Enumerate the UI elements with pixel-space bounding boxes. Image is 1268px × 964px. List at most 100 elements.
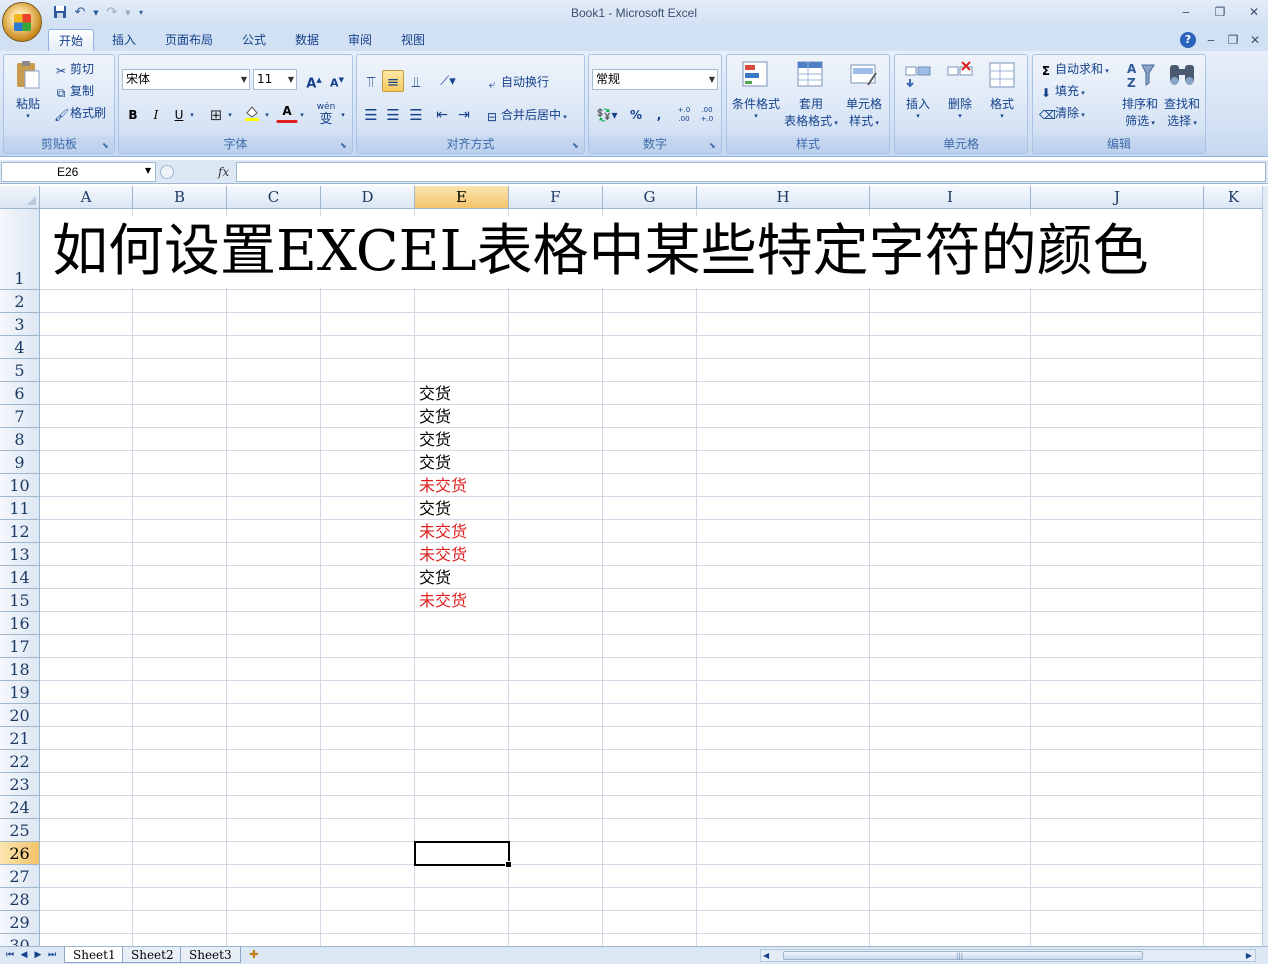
merge-center-button[interactable]: ⊟ 合并后居中 ▾ — [485, 105, 567, 125]
cell-e11[interactable]: 交货 — [419, 497, 451, 520]
row-header-5[interactable]: 5 — [0, 359, 40, 382]
fill-color-dropdown-icon[interactable]: ▾ — [262, 103, 272, 125]
column-header-j[interactable]: J — [1031, 186, 1204, 209]
workbook-close-icon[interactable]: ✕ — [1248, 30, 1262, 50]
comma-button[interactable]: , — [648, 103, 670, 125]
help-icon[interactable]: ? — [1180, 32, 1196, 48]
insert-function-icon[interactable]: fx — [218, 162, 229, 182]
row-header-13[interactable]: 13 — [0, 543, 40, 566]
row-header-27[interactable]: 27 — [0, 865, 40, 888]
font-color-dropdown-icon[interactable]: ▾ — [297, 103, 307, 125]
align-center-icon[interactable]: ☰ — [382, 103, 404, 125]
copy-button[interactable]: ⧉ 复制 — [54, 81, 94, 101]
column-header-d[interactable]: D — [321, 186, 415, 209]
row-header-28[interactable]: 28 — [0, 888, 40, 911]
font-name-combo[interactable]: 宋体 ▼ — [122, 69, 250, 90]
find-select-button[interactable]: 查找和 选择 ▾ — [1161, 59, 1203, 129]
cell-e8[interactable]: 交货 — [419, 428, 451, 451]
cell-e12[interactable]: 未交货 — [419, 520, 467, 543]
conditional-format-button[interactable]: 条件格式 ▾ — [729, 59, 783, 120]
insert-cells-button[interactable]: 插入 ▾ — [897, 59, 939, 120]
scroll-left-icon[interactable]: ◀ — [763, 950, 769, 961]
tab-view[interactable]: 视图 — [391, 29, 435, 51]
decrease-decimal-button[interactable]: .00 +.0 — [696, 103, 718, 125]
row-header-8[interactable]: 8 — [0, 428, 40, 451]
tab-review[interactable]: 审阅 — [338, 29, 382, 51]
align-top-icon[interactable]: ⫪ — [360, 70, 382, 92]
column-header-c[interactable]: C — [227, 186, 321, 209]
row-header-30[interactable]: 30 — [0, 934, 40, 946]
vertical-scrollbar[interactable] — [1262, 186, 1268, 946]
format-painter-button[interactable]: 🖌格式刷 — [54, 103, 106, 123]
clipboard-launcher-icon[interactable]: ⬊ — [102, 141, 111, 150]
orientation-icon[interactable]: ⟋▾ — [433, 70, 463, 92]
borders-icon[interactable]: ⊞ — [205, 103, 227, 125]
decrease-indent-icon[interactable]: ⇤ — [431, 103, 453, 125]
cell-e10[interactable]: 未交货 — [419, 474, 467, 497]
cut-button[interactable]: ✂ 剪切 — [54, 59, 94, 79]
phonetic-dropdown-icon[interactable]: ▾ — [338, 103, 348, 125]
align-middle-icon[interactable]: ≡ — [382, 70, 404, 92]
row-header-21[interactable]: 21 — [0, 727, 40, 750]
workbook-minimize-icon[interactable]: ‒ — [1204, 30, 1218, 50]
cell-e9[interactable]: 交货 — [419, 451, 451, 474]
restore-icon[interactable]: ❐ — [1210, 2, 1230, 22]
clear-button[interactable]: ⌫清除 ▾ — [1039, 103, 1085, 123]
autosum-button[interactable]: Σ 自动求和 ▾ — [1039, 59, 1109, 79]
row-header-16[interactable]: 16 — [0, 612, 40, 635]
cell-e14[interactable]: 交货 — [419, 566, 451, 589]
next-sheet-icon[interactable]: ▶ — [32, 948, 44, 962]
cell-e6[interactable]: 交货 — [419, 382, 451, 405]
row-header-12[interactable]: 12 — [0, 520, 40, 543]
percent-button[interactable]: % — [625, 103, 647, 125]
tab-formulas[interactable]: 公式 — [232, 29, 276, 51]
font-launcher-icon[interactable]: ⬊ — [340, 141, 349, 150]
fill-button[interactable]: ⬇ 填充 ▾ — [1039, 81, 1085, 101]
increase-decimal-button[interactable]: +.0 .00 — [673, 103, 695, 125]
row-header-7[interactable]: 7 — [0, 405, 40, 428]
row-header-4[interactable]: 4 — [0, 336, 40, 359]
font-size-combo[interactable]: 11 ▼ — [253, 69, 297, 90]
sheet-tab-2[interactable]: Sheet2 — [122, 947, 183, 963]
alignment-launcher-icon[interactable]: ⬊ — [572, 141, 581, 150]
cell-e13[interactable]: 未交货 — [419, 543, 467, 566]
number-format-combo[interactable]: 常规 ▼ — [592, 69, 718, 90]
align-bottom-icon[interactable]: ⫫ — [405, 70, 427, 92]
cell-e7[interactable]: 交货 — [419, 405, 451, 428]
row-header-3[interactable]: 3 — [0, 313, 40, 336]
horizontal-scrollbar[interactable]: ◀ ||| ▶ — [760, 949, 1256, 962]
row-header-19[interactable]: 19 — [0, 681, 40, 704]
row-header-18[interactable]: 18 — [0, 658, 40, 681]
phonetic-button[interactable]: wén 变 — [313, 101, 339, 127]
align-left-icon[interactable]: ☰ — [360, 103, 382, 125]
title-cell-a1[interactable]: 如何设置EXCEL表格中某些特定字符的颜色 — [52, 216, 1151, 288]
row-header-11[interactable]: 11 — [0, 497, 40, 520]
paste-button[interactable]: 粘贴 ▾ — [8, 59, 48, 120]
name-box-dropdown-icon[interactable]: ▼ — [145, 166, 151, 175]
row-header-10[interactable]: 10 — [0, 474, 40, 497]
sort-filter-button[interactable]: AZ 排序和 筛选 ▾ — [1119, 59, 1161, 129]
prev-sheet-icon[interactable]: ◀ — [18, 948, 30, 962]
row-header-24[interactable]: 24 — [0, 796, 40, 819]
sheet-tab-1[interactable]: Sheet1 — [64, 947, 125, 963]
row-header-25[interactable]: 25 — [0, 819, 40, 842]
number-launcher-icon[interactable]: ⬊ — [709, 141, 718, 150]
row-header-9[interactable]: 9 — [0, 451, 40, 474]
close-icon[interactable]: ✕ — [1244, 2, 1264, 22]
sheet-tab-3[interactable]: Sheet3 — [180, 947, 241, 963]
scroll-right-icon[interactable]: ▶ — [1246, 950, 1252, 961]
fill-color-icon[interactable] — [241, 103, 263, 125]
row-header-20[interactable]: 20 — [0, 704, 40, 727]
active-cell-selection[interactable] — [414, 841, 512, 868]
tab-insert[interactable]: 插入 — [102, 29, 146, 51]
underline-dropdown-icon[interactable]: ▾ — [187, 103, 197, 125]
office-button[interactable] — [2, 2, 42, 42]
worksheet-grid[interactable]: ABCDEFGHIJK 1 2 3 4 5 6 7 8 9 10 11 12 13 14 15 16 17 18 1… — [0, 186, 1262, 946]
select-all-button[interactable] — [0, 186, 40, 209]
cell-styles-button[interactable]: 单元格 样式 ▾ — [839, 59, 889, 129]
workbook-restore-icon[interactable]: ❐ — [1226, 30, 1240, 50]
column-header-b[interactable]: B — [133, 186, 227, 209]
name-box[interactable]: E26 — [1, 162, 156, 182]
accounting-format-icon[interactable]: 💱▾ — [592, 103, 622, 125]
row-header-15[interactable]: 15 — [0, 589, 40, 612]
